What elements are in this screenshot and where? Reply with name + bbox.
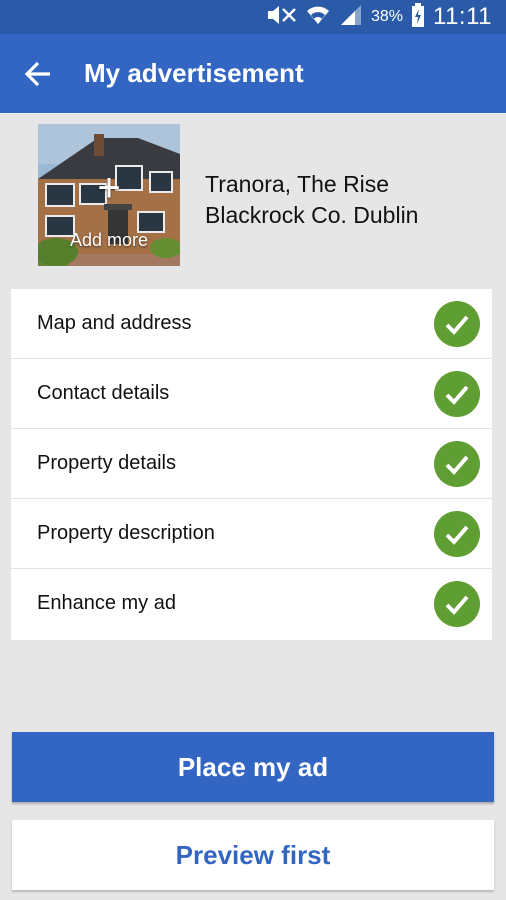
add-photo-icon: + [97, 166, 121, 210]
battery-charging-icon [411, 2, 425, 32]
property-header: + Add more Tranora, The Rise Blackrock C… [0, 113, 506, 289]
checklist-item-contact-details[interactable]: Contact details [11, 359, 492, 429]
checklist-item-property-description[interactable]: Property description [11, 499, 492, 569]
check-icon [434, 301, 480, 347]
check-icon [434, 371, 480, 417]
preview-first-button[interactable]: Preview first [12, 820, 494, 890]
property-address: Tranora, The Rise Blackrock Co. Dublin [205, 169, 418, 231]
address-line-2: Blackrock Co. Dublin [205, 202, 419, 228]
property-photo[interactable]: + Add more [38, 124, 180, 266]
checklist-item-label: Map and address [37, 312, 192, 334]
status-icons: 38% 11:11 [265, 2, 492, 32]
check-icon [434, 441, 480, 487]
checklist-item-label: Enhance my ad [37, 592, 176, 614]
checklist-item-label: Property details [37, 452, 176, 474]
checklist-item-property-details[interactable]: Property details [11, 429, 492, 499]
status-bar: 38% 11:11 [0, 0, 506, 34]
wifi-icon [305, 4, 331, 31]
add-more-label: Add more [69, 230, 149, 250]
checklist-item-label: Property description [37, 522, 215, 544]
ad-checklist: Map and address Contact details Property… [11, 289, 492, 640]
check-icon [434, 511, 480, 557]
mute-icon [265, 4, 297, 31]
signal-icon [339, 4, 363, 31]
checklist-item-label: Contact details [37, 382, 170, 404]
check-icon [434, 581, 480, 627]
app-bar: My advertisement [0, 34, 506, 113]
arrow-left-icon[interactable] [20, 54, 60, 94]
checklist-item-enhance-my-ad[interactable]: Enhance my ad [11, 569, 492, 640]
address-line-1: Tranora, The Rise [205, 171, 390, 197]
battery-percent: 38% [370, 8, 403, 25]
place-my-ad-button[interactable]: Place my ad [12, 732, 494, 802]
page-title: My advertisement [84, 58, 304, 88]
checklist-item-map-and-address[interactable]: Map and address [11, 289, 492, 359]
clock: 11:11 [433, 3, 492, 30]
